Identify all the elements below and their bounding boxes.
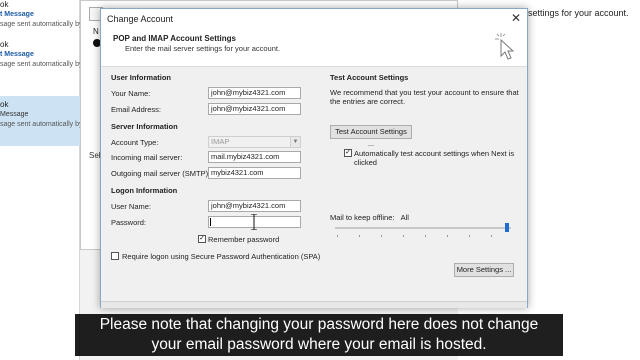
slider-tick — [381, 235, 382, 237]
caption-line-1: Please note that changing your password … — [99, 316, 539, 333]
select-label: Sel — [89, 151, 101, 160]
remember-password-label: Remember password — [208, 235, 280, 244]
logon-info-heading: Logon Information — [111, 186, 178, 195]
message-preview: sage sent automatically by — [0, 121, 83, 128]
remember-password-checkbox[interactable]: ✓ — [198, 235, 206, 243]
incoming-server-field[interactable]: mail.mybiz4321.com — [208, 151, 301, 163]
message-subject: t Message — [0, 11, 34, 18]
your-name-label: Your Name: — [111, 89, 151, 98]
mail-offline-slider-track[interactable] — [335, 227, 511, 229]
auto-test-label-line1: Automatically test account settings when… — [354, 149, 515, 158]
caption-line-2: your email password where your email is … — [151, 336, 487, 353]
test-description-line1: We recommend that you test your account … — [330, 88, 519, 97]
spa-checkbox[interactable] — [111, 252, 119, 260]
dialog-titlebar: Change Account ✕ — [101, 9, 527, 29]
email-address-label: Email Address: — [111, 105, 162, 114]
more-settings-button[interactable]: More Settings ... — [454, 263, 514, 277]
your-name-field[interactable]: john@mybiz4321.com — [208, 87, 301, 99]
slider-tick — [469, 235, 470, 237]
account-type-value: IMAP — [211, 137, 230, 146]
outgoing-server-field[interactable]: mybiz4321.com — [208, 167, 301, 179]
window-label: N — [93, 27, 99, 36]
message-preview: sage sent automatically by — [0, 21, 83, 28]
slider-tick — [425, 235, 426, 237]
server-info-heading: Server Information — [111, 122, 178, 131]
email-address-field[interactable]: john@mybiz4321.com — [208, 103, 301, 115]
dialog-button-bar — [101, 301, 527, 308]
spa-label: Require logon using Secure Password Auth… — [122, 252, 321, 261]
mail-offline-label: Mail to keep offline: All — [330, 213, 409, 222]
slider-tick — [359, 235, 360, 237]
user-name-field[interactable]: john@mybiz4321.com — [208, 200, 301, 212]
incoming-server-label: Incoming mail server: — [111, 153, 183, 162]
test-account-settings-button[interactable]: Test Account Settings ... — [330, 125, 412, 148]
test-settings-heading: Test Account Settings — [330, 73, 409, 82]
message-list-item-selected[interactable]: ok Message sage sent automatically by — [0, 96, 83, 146]
sender-name: ok — [0, 0, 9, 9]
close-icon[interactable]: ✕ — [511, 11, 521, 25]
mouse-cursor-icon — [495, 33, 515, 60]
test-description-line2: the entries are correct. — [330, 97, 406, 106]
message-preview: sage sent automatically by — [0, 61, 83, 68]
mail-offline-value: All — [400, 213, 409, 222]
slider-tick — [337, 235, 338, 237]
message-list: ok t Message sage sent automatically by … — [0, 0, 83, 360]
message-subject: Message — [0, 111, 29, 118]
slider-tick — [403, 235, 404, 237]
dialog-title: Change Account — [107, 14, 174, 24]
change-account-dialog: Change Account ✕ POP and IMAP Account Se… — [100, 8, 528, 308]
account-type-dropdown: IMAP ▼ — [208, 136, 301, 148]
message-list-item[interactable]: ok t Message sage sent automatically by — [0, 40, 83, 88]
header-subtitle: Enter the mail server settings for your … — [125, 44, 281, 53]
mail-offline-slider-thumb[interactable] — [505, 223, 509, 232]
dialog-header: POP and IMAP Account Settings Enter the … — [101, 29, 527, 67]
account-type-label: Account Type: — [111, 138, 159, 147]
slider-tick — [447, 235, 448, 237]
user-info-heading: User Information — [111, 73, 172, 82]
message-subject: t Message — [0, 51, 34, 58]
password-label: Password: — [111, 218, 147, 227]
outgoing-server-label: Outgoing mail server (SMTP): — [111, 169, 211, 178]
user-name-label: User Name: — [111, 202, 152, 211]
chevron-down-icon: ▼ — [290, 137, 300, 147]
slider-tick — [491, 235, 492, 237]
video-caption: Please note that changing your password … — [75, 314, 563, 356]
text-cursor-icon — [251, 214, 257, 230]
mail-offline-label-text: Mail to keep offline: — [330, 213, 395, 222]
header-title: POP and IMAP Account Settings — [113, 34, 236, 43]
instruction-text: settings for your account. — [528, 8, 629, 18]
screen: ok t Message sage sent automatically by … — [0, 0, 640, 360]
sender-name: ok — [0, 40, 9, 49]
auto-test-label-line2: clicked — [354, 158, 377, 167]
sender-name: ok — [0, 100, 9, 109]
auto-test-checkbox[interactable]: ✓ — [344, 149, 352, 157]
text-caret — [210, 218, 211, 226]
